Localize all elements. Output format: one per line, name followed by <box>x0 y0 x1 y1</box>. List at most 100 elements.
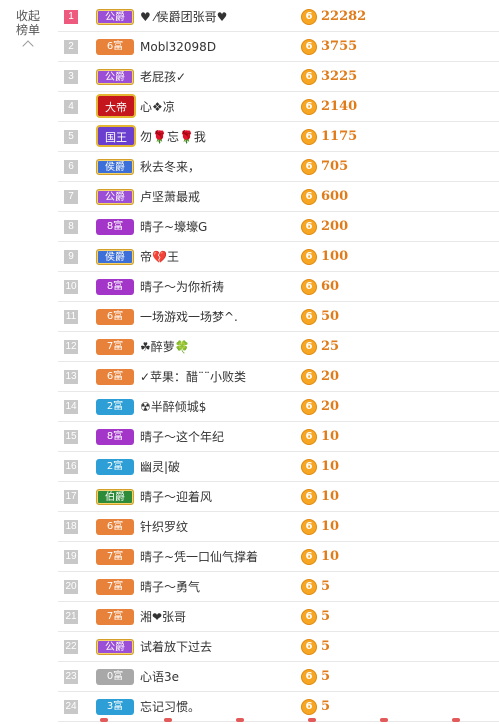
user-name[interactable]: 忘记习惯。 <box>140 700 200 714</box>
coin-icon: 6 <box>301 249 317 265</box>
leaderboard-row[interactable]: 3 公爵 老屁孩✓ 6 3225 <box>58 62 499 92</box>
user-name[interactable]: ☢半醉倾城$ <box>140 400 206 414</box>
coin-icon: 6 <box>301 129 317 145</box>
score-value: 50 <box>321 309 340 324</box>
leaderboard-list: 1 公爵 ♥ ⁄侯爵团张哥♥ 6 22282 2 6富 Mobl32098D 6 3755 3 公爵老… <box>58 2 499 722</box>
user-name[interactable]: 晴子～为你祈祷 <box>140 280 224 294</box>
level-badge: 7富 <box>96 339 134 355</box>
user-name[interactable]: 心❖凉 <box>140 100 175 114</box>
level-badge: 7富 <box>96 549 134 565</box>
score-value: 705 <box>321 159 349 174</box>
user-name[interactable]: 晴子~壕壕G <box>140 220 207 234</box>
user-name[interactable]: 晴子～迎着风 <box>140 490 212 504</box>
user-name[interactable]: 湘❤张哥 <box>140 610 186 624</box>
rank-number: 5 <box>64 130 78 144</box>
rank-number: 3 <box>64 70 78 84</box>
rank-number: 11 <box>64 310 78 324</box>
score-value: 5 <box>321 639 331 654</box>
user-name[interactable]: 心语3e <box>140 670 179 684</box>
leaderboard-row[interactable]: 6 侯爵 秋去冬来， 6 705 <box>58 152 499 182</box>
leaderboard-row[interactable]: 4 大帝 心❖凉 6 2140 <box>58 92 499 122</box>
level-badge: 3富 <box>96 699 134 715</box>
leaderboard-row[interactable]: 7 公爵 卢坚萧最戒 6 600 <box>58 182 499 212</box>
score-value: 20 <box>321 369 340 384</box>
leaderboard-row[interactable]: 5 国王 勿🌹忘🌹我 6 1175 <box>58 122 499 152</box>
user-name[interactable]: ✓苹果：醋¨¨小败类 <box>140 370 246 384</box>
leaderboard-row[interactable]: 13 6富 ✓苹果：醋¨¨小败类 6 20 <box>58 362 499 392</box>
leaderboard-row[interactable]: 22 公爵 试着放下过去 6 5 <box>58 632 499 662</box>
user-name[interactable]: 勿🌹忘🌹我 <box>140 130 206 144</box>
leaderboard-row[interactable]: 1 公爵 ♥ ⁄侯爵团张哥♥ 6 22282 <box>58 2 499 32</box>
leaderboard-row[interactable]: 23 0富 心语3e 6 5 <box>58 662 499 692</box>
user-name[interactable]: ☘醉萝🍀 <box>140 340 190 354</box>
level-badge: 侯爵 <box>96 249 134 265</box>
user-name[interactable]: 卢坚萧最戒 <box>140 190 200 204</box>
user-name[interactable]: 幽灵|破 <box>140 460 180 474</box>
leaderboard-row[interactable]: 14 2富 ☢半醉倾城$ 6 20 <box>58 392 499 422</box>
leaderboard-row[interactable]: 15 8富 晴子～这个年纪 6 10 <box>58 422 499 452</box>
level-badge: 7富 <box>96 579 134 595</box>
footer-decoration <box>58 718 499 724</box>
user-name[interactable]: 晴子～勇气 <box>140 580 200 594</box>
leaderboard-row[interactable]: 8 8富 晴子~壕壕G 6 200 <box>58 212 499 242</box>
rank-number: 10 <box>64 280 78 294</box>
user-name[interactable]: Mobl32098D <box>140 40 216 54</box>
coin-icon: 6 <box>301 669 317 685</box>
leaderboard-row[interactable]: 2 6富 Mobl32098D 6 3755 <box>58 32 499 62</box>
coin-icon: 6 <box>301 429 317 445</box>
coin-icon: 6 <box>301 639 317 655</box>
score-value: 60 <box>321 279 340 294</box>
level-badge: 国王 <box>96 125 136 147</box>
user-name[interactable]: 秋去冬来， <box>140 160 200 174</box>
level-badge: 6富 <box>96 39 134 55</box>
level-badge: 8富 <box>96 279 134 295</box>
coin-icon: 6 <box>301 699 317 715</box>
leaderboard-row[interactable]: 12 7富 ☘醉萝🍀 6 25 <box>58 332 499 362</box>
rank-number: 16 <box>64 460 78 474</box>
coin-icon: 6 <box>301 579 317 595</box>
level-badge: 大帝 <box>96 94 136 118</box>
score-value: 2140 <box>321 99 358 114</box>
level-badge: 伯爵 <box>96 489 134 505</box>
rank-number: 19 <box>64 550 78 564</box>
user-name[interactable]: 晴子～这个年纪 <box>140 430 224 444</box>
level-badge: 公爵 <box>96 9 134 25</box>
rank-number: 21 <box>64 610 78 624</box>
leaderboard-row[interactable]: 21 7富 湘❤张哥 6 5 <box>58 602 499 632</box>
leaderboard-row[interactable]: 9 侯爵 帝💔王 6 100 <box>58 242 499 272</box>
rank-number: 23 <box>64 670 78 684</box>
level-badge: 公爵 <box>96 189 134 205</box>
level-badge: 6富 <box>96 309 134 325</box>
leaderboard-row[interactable]: 17 伯爵 晴子～迎着风 6 10 <box>58 482 499 512</box>
leaderboard-row[interactable]: 11 6富 一场游戏一场梦^. 6 50 <box>58 302 499 332</box>
user-name[interactable]: 试着放下过去 <box>140 640 212 654</box>
rank-number: 1 <box>64 10 78 24</box>
rank-number: 13 <box>64 370 78 384</box>
user-name[interactable]: 老屁孩✓ <box>140 70 186 84</box>
leaderboard-row[interactable]: 20 7富 晴子～勇气 6 5 <box>58 572 499 602</box>
score-value: 1175 <box>321 129 358 144</box>
leaderboard-row[interactable]: 16 2富 幽灵|破 6 10 <box>58 452 499 482</box>
score-value: 10 <box>321 549 340 564</box>
level-badge: 2富 <box>96 459 134 475</box>
rank-number: 9 <box>64 250 78 264</box>
leaderboard-row[interactable]: 18 6富 针织罗纹 6 10 <box>58 512 499 542</box>
score-value: 10 <box>321 489 340 504</box>
user-name[interactable]: 一场游戏一场梦^. <box>140 310 238 324</box>
score-value: 5 <box>321 669 331 684</box>
collapse-leaderboard-button[interactable]: 收起 榜单 <box>8 9 48 52</box>
score-value: 25 <box>321 339 340 354</box>
coin-icon: 6 <box>301 99 317 115</box>
score-value: 5 <box>321 699 331 714</box>
rank-number: 8 <box>64 220 78 234</box>
rank-number: 15 <box>64 430 78 444</box>
score-value: 100 <box>321 249 349 264</box>
user-name[interactable]: 帝💔王 <box>140 250 179 264</box>
score-value: 3755 <box>321 39 358 54</box>
user-name[interactable]: 针织罗纹 <box>140 520 188 534</box>
user-name[interactable]: 晴子~凭一口仙气撑着 <box>140 550 258 564</box>
user-name[interactable]: ♥ ⁄侯爵团张哥♥ <box>140 10 227 24</box>
leaderboard-row[interactable]: 10 8富 晴子～为你祈祷 6 60 <box>58 272 499 302</box>
coin-icon: 6 <box>301 369 317 385</box>
leaderboard-row[interactable]: 19 7富 晴子~凭一口仙气撑着 6 10 <box>58 542 499 572</box>
